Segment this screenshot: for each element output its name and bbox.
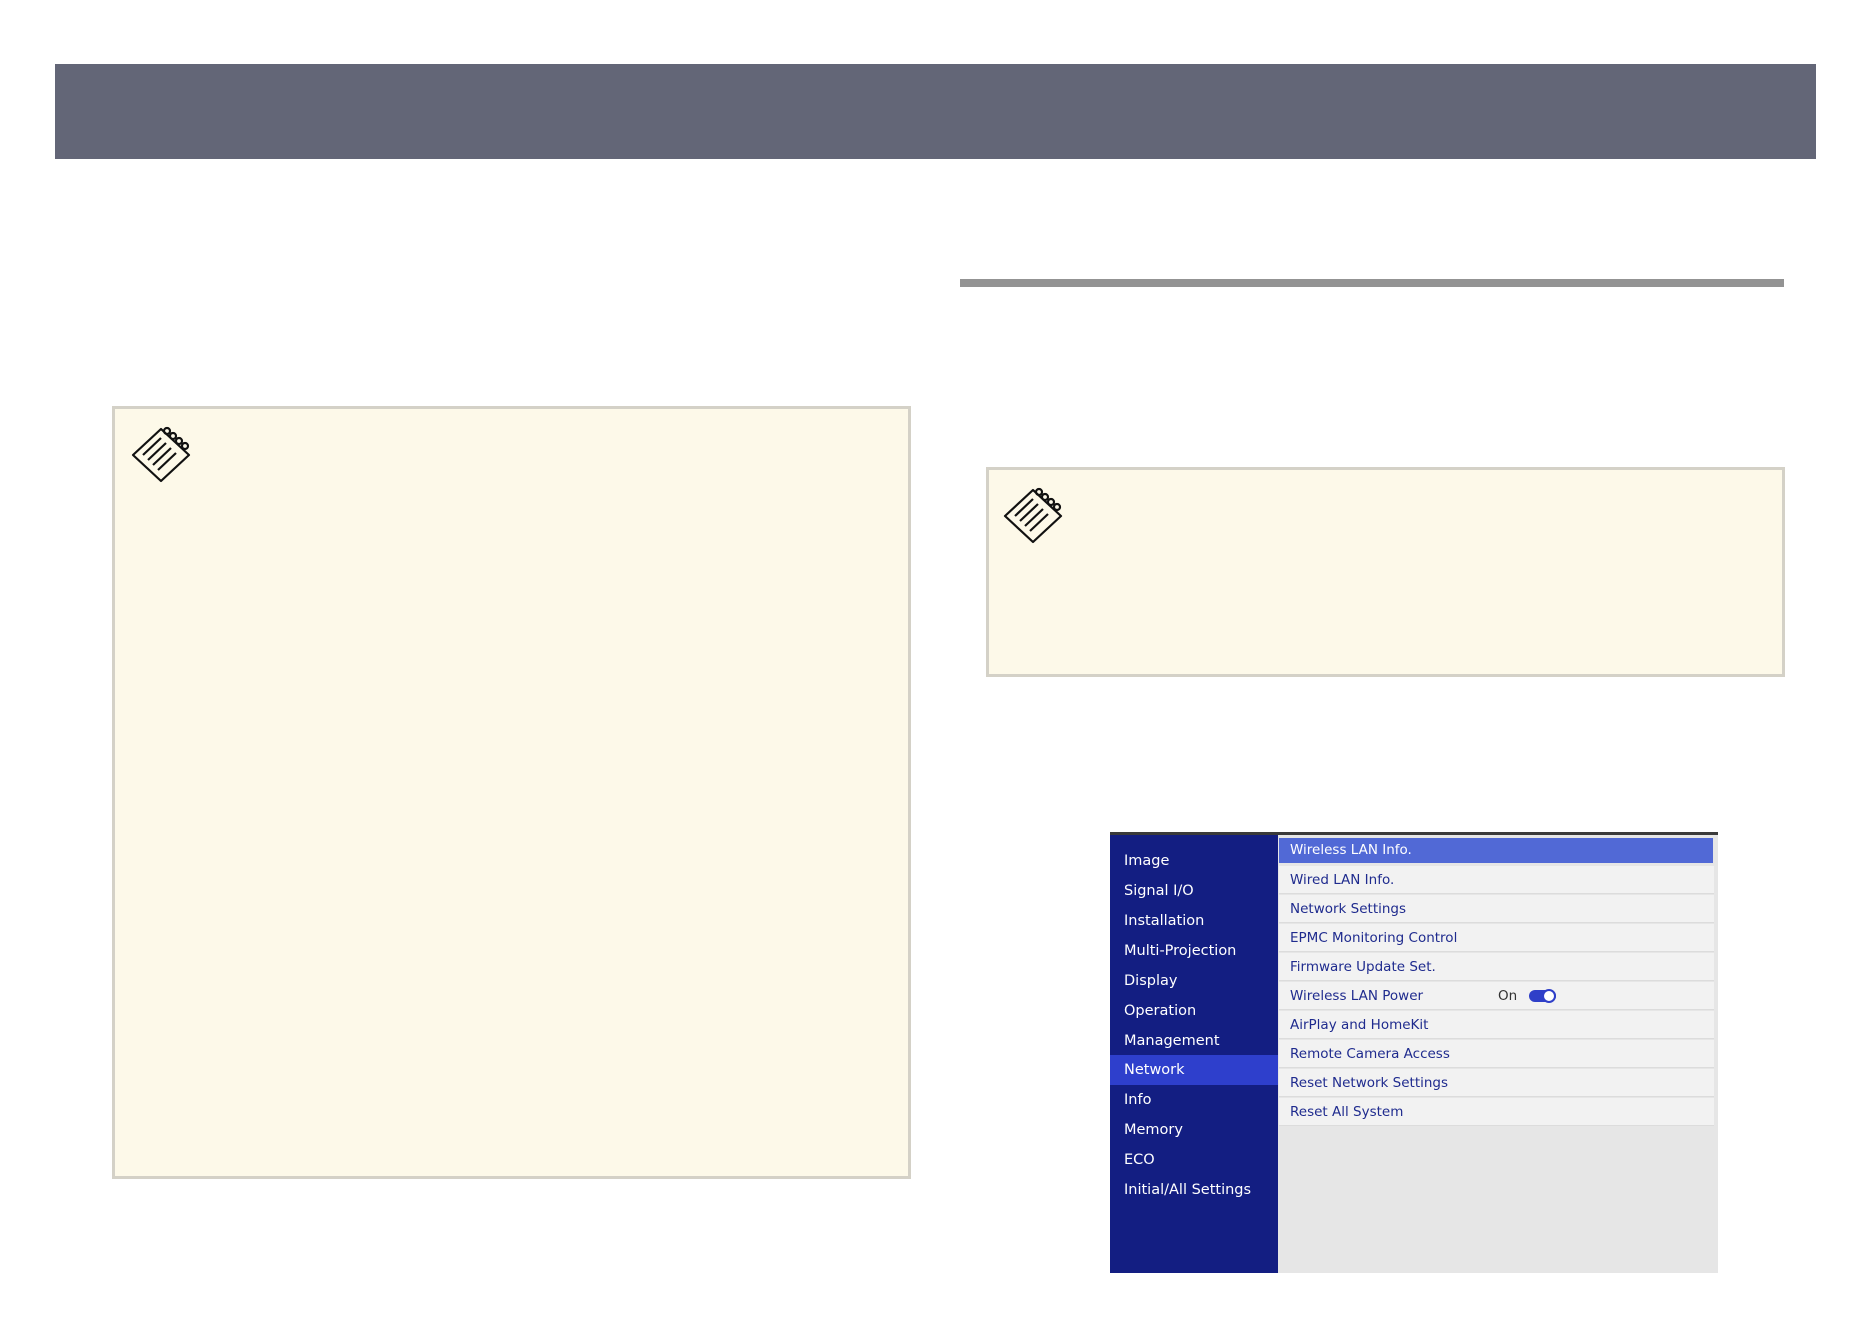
side-item-display[interactable]: Display — [1110, 966, 1278, 996]
side-item-eco[interactable]: ECO — [1110, 1145, 1278, 1175]
projector-menu-screenshot: Image Signal I/O Installation Multi-Proj… — [1110, 832, 1718, 1273]
menu-item-network-settings[interactable]: Network Settings — [1279, 895, 1714, 923]
side-item-management[interactable]: Management — [1110, 1026, 1278, 1056]
menu-item-wired-lan-info[interactable]: Wired LAN Info. — [1279, 866, 1714, 894]
side-item-multi-projection[interactable]: Multi-Projection — [1110, 936, 1278, 966]
menu-item-epmc-monitoring-control[interactable]: EPMC Monitoring Control — [1279, 924, 1714, 952]
menu-sidebar: Image Signal I/O Installation Multi-Proj… — [1110, 835, 1278, 1273]
note-box — [986, 467, 1785, 677]
menu-item-reset-all-system[interactable]: Reset All System — [1279, 1098, 1714, 1126]
menu-item-firmware-update-set[interactable]: Firmware Update Set. — [1279, 953, 1714, 981]
side-item-installation[interactable]: Installation — [1110, 906, 1278, 936]
wireless-lan-power-value: On — [1498, 988, 1518, 1004]
header-bar — [55, 64, 1816, 159]
side-item-initial-all-settings[interactable]: Initial/All Settings — [1110, 1175, 1278, 1205]
side-item-image[interactable]: Image — [1110, 846, 1278, 876]
side-item-operation[interactable]: Operation — [1110, 996, 1278, 1026]
toggle-knob — [1542, 989, 1556, 1003]
menu-item-remote-camera-access[interactable]: Remote Camera Access — [1279, 1040, 1714, 1068]
side-item-info[interactable]: Info — [1110, 1085, 1278, 1115]
note-box — [112, 406, 911, 1179]
side-item-signal-io[interactable]: Signal I/O — [1110, 876, 1278, 906]
menu-item-airplay-homekit[interactable]: AirPlay and HomeKit — [1279, 1011, 1714, 1039]
menu-item-wireless-lan-power[interactable]: Wireless LAN Power On — [1279, 982, 1714, 1010]
menu-submenu: Wireless LAN Info. Wired LAN Info. Netwo… — [1279, 835, 1718, 1273]
menu-item-wireless-lan-info[interactable]: Wireless LAN Info. — [1279, 838, 1713, 863]
menu-item-reset-network-settings[interactable]: Reset Network Settings — [1279, 1069, 1714, 1097]
note-pad-icon — [1003, 487, 1063, 544]
wireless-lan-power-toggle[interactable] — [1529, 989, 1556, 1003]
note-pad-icon — [131, 426, 191, 483]
side-item-memory[interactable]: Memory — [1110, 1115, 1278, 1145]
section-rule — [960, 279, 1784, 287]
side-item-network[interactable]: Network — [1110, 1055, 1278, 1085]
menu-item-label: Wireless LAN Power — [1290, 988, 1424, 1004]
